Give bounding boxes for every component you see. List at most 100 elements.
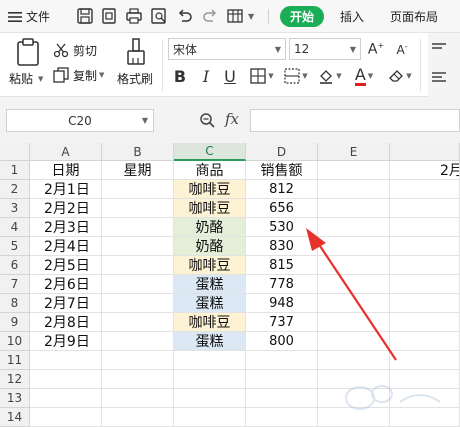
quick-access-dropdown-icon[interactable]: ▼ — [248, 12, 254, 21]
sales-cell[interactable]: 656 — [246, 199, 318, 218]
sales-cell[interactable]: 830 — [246, 237, 318, 256]
sales-cell[interactable]: 812 — [246, 180, 318, 199]
weekday-cell[interactable] — [102, 218, 174, 237]
date-cell[interactable]: 2月7日 — [30, 294, 102, 313]
row-header[interactable]: 12 — [0, 370, 30, 389]
grid-cell[interactable] — [30, 370, 102, 389]
name-box[interactable]: C20 ▼ — [6, 109, 154, 132]
product-cell[interactable]: 咖啡豆 — [174, 180, 246, 199]
grid-cell[interactable] — [318, 275, 390, 294]
header-cell[interactable]: 日期 — [30, 161, 102, 180]
row-header[interactable]: 2 — [0, 180, 30, 199]
grid-cell[interactable] — [390, 313, 460, 332]
grid-cell[interactable] — [390, 351, 460, 370]
date-cell[interactable]: 2月3日 — [30, 218, 102, 237]
grid-cell[interactable] — [390, 294, 460, 313]
underline-button[interactable]: U — [220, 64, 240, 88]
column-header-f[interactable] — [390, 143, 460, 161]
grid-cell[interactable] — [174, 370, 246, 389]
fx-insert-function-button[interactable]: fx — [225, 110, 239, 128]
bold-button[interactable]: B — [170, 64, 190, 88]
grid-cell[interactable] — [246, 351, 318, 370]
sales-cell[interactable]: 778 — [246, 275, 318, 294]
undo-icon[interactable] — [176, 7, 194, 25]
grid-cell[interactable] — [246, 370, 318, 389]
date-cell[interactable]: 2月2日 — [30, 199, 102, 218]
row-header[interactable]: 6 — [0, 256, 30, 275]
tab-page-layout[interactable]: 页面布局 — [390, 0, 438, 33]
row-header[interactable]: 13 — [0, 389, 30, 408]
row-header[interactable]: 7 — [0, 275, 30, 294]
grid-cell[interactable] — [30, 408, 102, 427]
row-header[interactable]: 8 — [0, 294, 30, 313]
column-header-a[interactable]: A — [30, 143, 102, 161]
fill-color-button[interactable]: ▼ — [314, 64, 346, 88]
align-middle-icon[interactable] — [432, 71, 446, 83]
font-name-select[interactable]: 宋体 ▼ — [168, 38, 286, 60]
clear-format-button[interactable]: ▼ — [384, 64, 416, 88]
grid-cell[interactable] — [318, 313, 390, 332]
header-cell[interactable]: 销售额 — [246, 161, 318, 180]
row-header[interactable]: 14 — [0, 408, 30, 427]
product-cell[interactable]: 咖啡豆 — [174, 256, 246, 275]
grid-cell[interactable] — [318, 218, 390, 237]
grid-cell[interactable] — [174, 389, 246, 408]
header-cell[interactable]: 商品 — [174, 161, 246, 180]
grid-cell[interactable] — [30, 351, 102, 370]
border-button[interactable]: ▼ — [246, 64, 278, 88]
format-painter-button[interactable]: 格式刷 — [114, 35, 158, 95]
date-cell[interactable]: 2月4日 — [30, 237, 102, 256]
grid-cell[interactable] — [318, 256, 390, 275]
row-header[interactable]: 4 — [0, 218, 30, 237]
sales-cell[interactable]: 815 — [246, 256, 318, 275]
tab-start[interactable]: 开始 — [280, 6, 324, 27]
grid-cell[interactable] — [318, 237, 390, 256]
product-cell[interactable]: 奶酪 — [174, 218, 246, 237]
grid-cell[interactable] — [318, 332, 390, 351]
date-cell[interactable]: 2月9日 — [30, 332, 102, 351]
sales-cell[interactable]: 737 — [246, 313, 318, 332]
paste-button[interactable]: 粘贴 ▼ — [6, 35, 50, 95]
row-header[interactable]: 3 — [0, 199, 30, 218]
sales-cell[interactable]: 948 — [246, 294, 318, 313]
product-cell[interactable]: 奶酪 — [174, 237, 246, 256]
sales-cell[interactable]: 800 — [246, 332, 318, 351]
weekday-cell[interactable] — [102, 180, 174, 199]
font-size-select[interactable]: 12 ▼ — [289, 38, 361, 60]
print-preview-icon[interactable] — [150, 7, 168, 25]
grid-cell[interactable] — [390, 275, 460, 294]
print-icon[interactable] — [125, 7, 143, 25]
grid-cell[interactable] — [390, 256, 460, 275]
partial-cell[interactable]: 2月 — [390, 161, 460, 180]
row-header[interactable]: 11 — [0, 351, 30, 370]
row-header[interactable]: 5 — [0, 237, 30, 256]
grid-cell[interactable] — [174, 351, 246, 370]
grid-cell[interactable] — [246, 389, 318, 408]
formula-input[interactable] — [250, 109, 460, 132]
grid-cell[interactable] — [102, 408, 174, 427]
save-icon[interactable] — [76, 7, 94, 25]
grid-cell[interactable] — [246, 408, 318, 427]
column-header-e[interactable]: E — [318, 143, 390, 161]
date-cell[interactable]: 2月1日 — [30, 180, 102, 199]
column-header-d[interactable]: D — [246, 143, 318, 161]
select-all-corner[interactable] — [0, 143, 30, 161]
table-style-icon[interactable] — [226, 7, 244, 25]
weekday-cell[interactable] — [102, 256, 174, 275]
row-header[interactable]: 10 — [0, 332, 30, 351]
align-top-icon[interactable] — [432, 43, 446, 55]
italic-button[interactable]: I — [196, 64, 216, 88]
column-header-c[interactable]: C — [174, 143, 246, 161]
product-cell[interactable]: 蛋糕 — [174, 294, 246, 313]
cut-button[interactable]: 剪切 — [53, 41, 97, 59]
sales-cell[interactable]: 530 — [246, 218, 318, 237]
grid-cell[interactable] — [318, 294, 390, 313]
grid-cell[interactable] — [102, 389, 174, 408]
grid-cell[interactable] — [390, 180, 460, 199]
weekday-cell[interactable] — [102, 313, 174, 332]
product-cell[interactable]: 咖啡豆 — [174, 313, 246, 332]
zoom-search-icon[interactable] — [199, 112, 215, 128]
row-header[interactable]: 9 — [0, 313, 30, 332]
weekday-cell[interactable] — [102, 199, 174, 218]
weekday-cell[interactable] — [102, 275, 174, 294]
